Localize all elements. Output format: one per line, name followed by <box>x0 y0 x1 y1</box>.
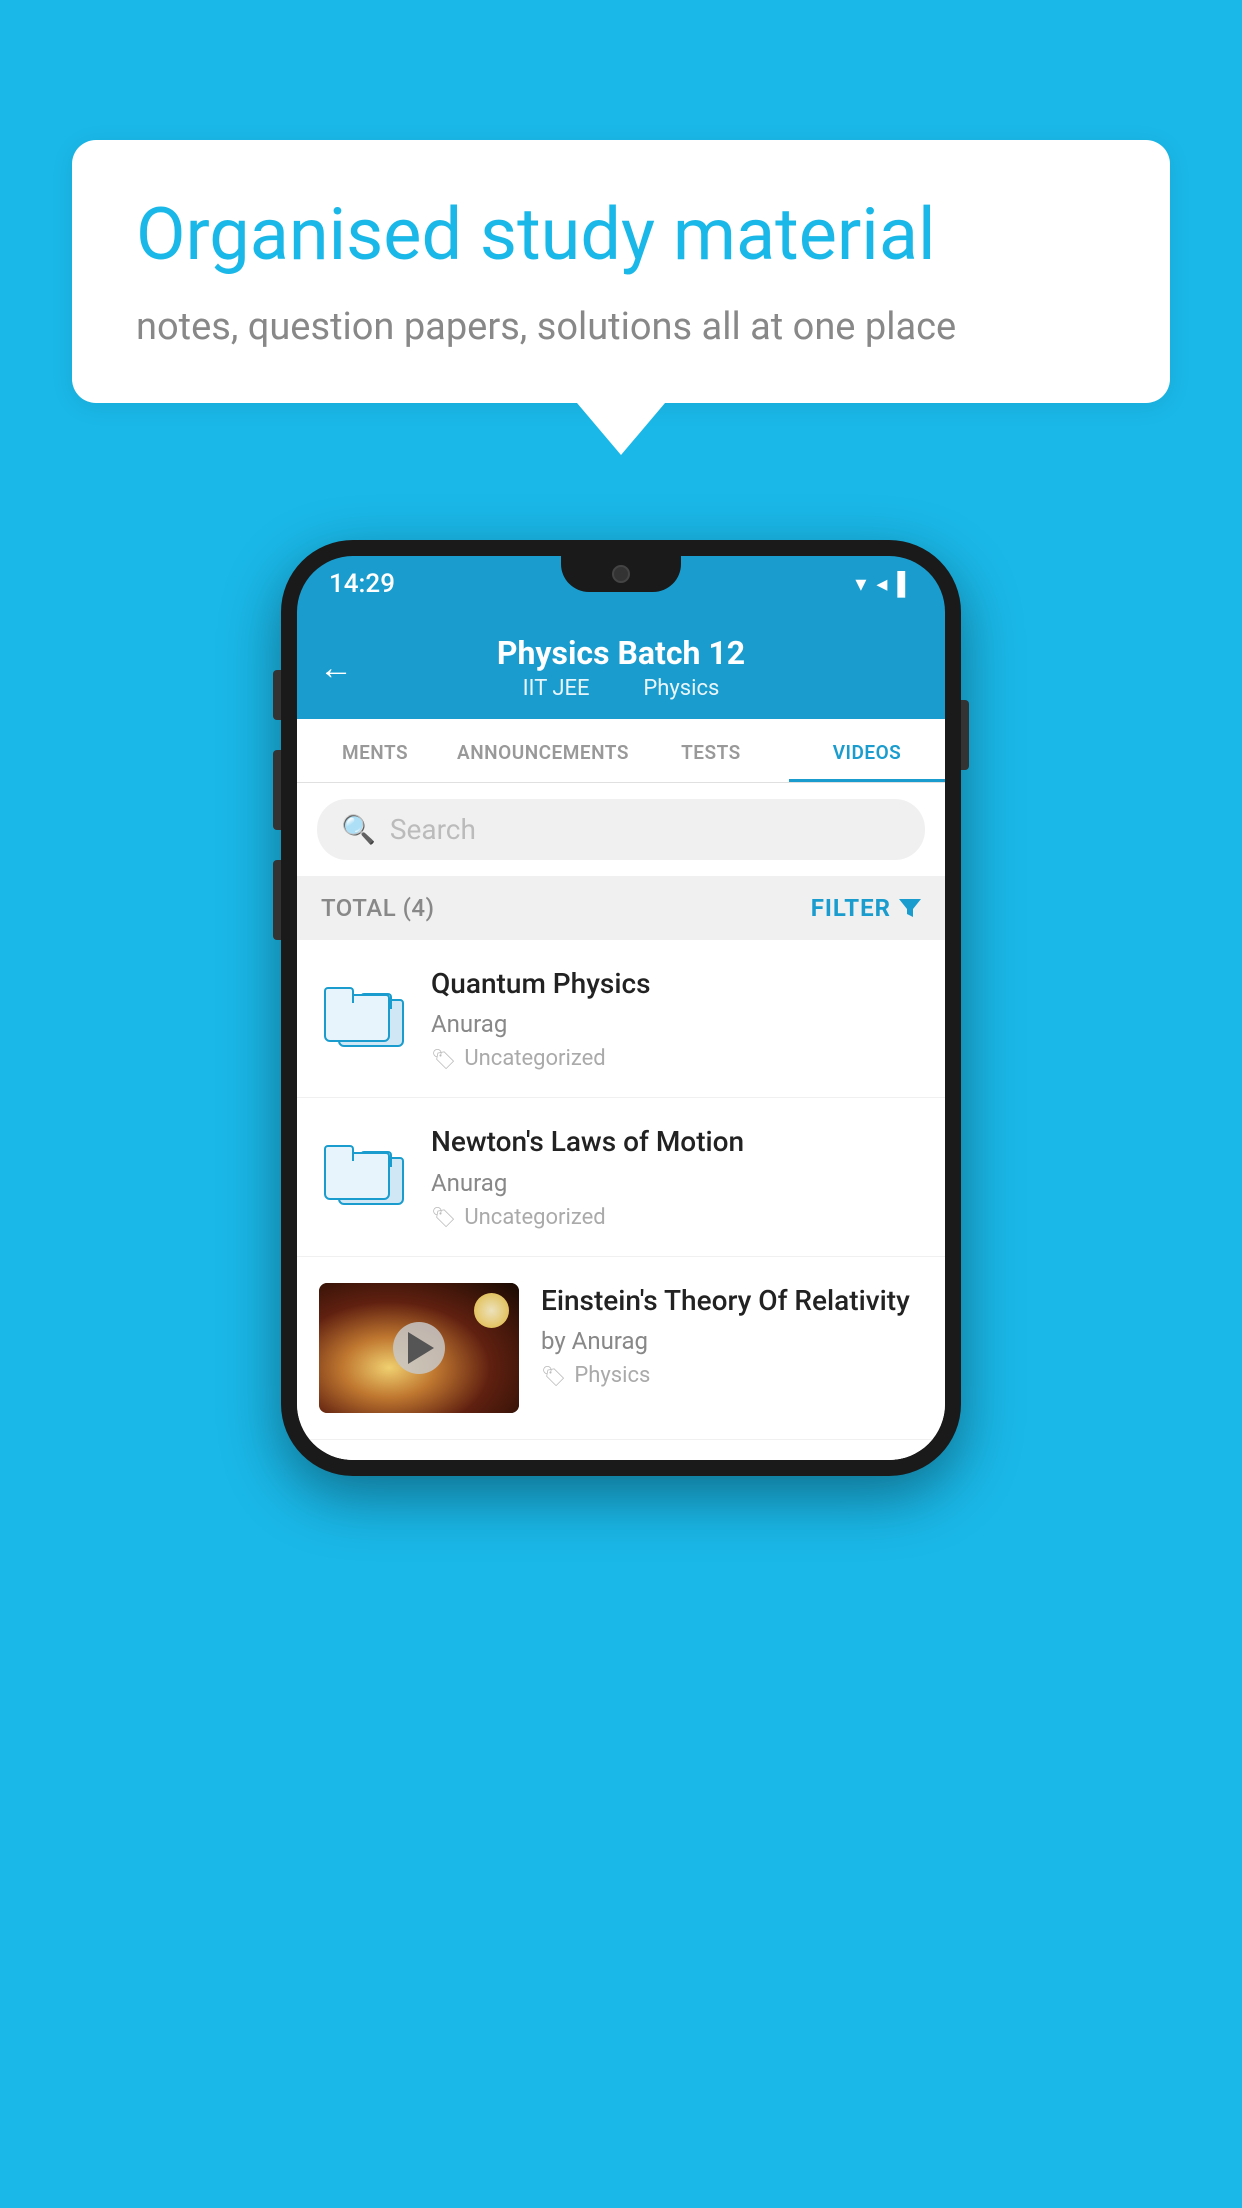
speech-bubble-arrow <box>577 403 665 455</box>
total-count: TOTAL (4) <box>321 894 434 922</box>
phone-notch <box>561 556 681 592</box>
video-folder-icon <box>319 966 409 1056</box>
tab-videos[interactable]: VIDEOS <box>789 719 945 782</box>
list-item[interactable]: Quantum Physics Anurag 🏷 Uncategorized <box>297 940 945 1098</box>
filter-label: FILTER <box>811 894 891 922</box>
filter-button[interactable]: FILTER <box>811 894 921 922</box>
einstein-info: Einstein's Theory Of Relativity by Anura… <box>541 1283 923 1388</box>
wifi-icon: ▾ <box>855 572 866 597</box>
video-folder-icon-2 <box>319 1124 409 1214</box>
phone-mute-button <box>273 670 281 720</box>
tag-label-einstein: Physics <box>574 1363 650 1388</box>
tag-label: Uncategorized <box>464 1046 605 1071</box>
video-title: Quantum Physics <box>431 966 923 1002</box>
battery-icon: ▌ <box>897 571 913 597</box>
speech-bubble-section: Organised study material notes, question… <box>72 140 1170 455</box>
video-tag: 🏷 Uncategorized <box>431 1046 923 1071</box>
speech-bubble-card: Organised study material notes, question… <box>72 140 1170 403</box>
list-item-einstein[interactable]: Einstein's Theory Of Relativity by Anura… <box>297 1257 945 1440</box>
tab-tests[interactable]: TESTS <box>633 719 789 782</box>
header-subtitle-part1: IIT JEE <box>523 676 590 701</box>
video-author: Anurag <box>431 1010 923 1038</box>
bottom-spacer <box>297 1440 945 1460</box>
signal-icon: ◂ <box>876 572 887 597</box>
search-icon: 🔍 <box>341 813 376 846</box>
list-item[interactable]: Newton's Laws of Motion Anurag 🏷 Uncateg… <box>297 1098 945 1256</box>
einstein-thumbnail <box>319 1283 519 1413</box>
back-button[interactable]: ← <box>319 648 353 688</box>
speech-bubble-title: Organised study material <box>136 194 1106 277</box>
folder-tab-front <box>324 987 354 1003</box>
search-bar[interactable]: 🔍 Search <box>317 799 925 860</box>
tag-icon: 🏷 <box>431 1047 456 1071</box>
tab-announcements[interactable]: ANNOUNCEMENTS <box>453 719 633 782</box>
video-list: Quantum Physics Anurag 🏷 Uncategorized <box>297 940 945 1460</box>
phone-volume-up-button <box>273 750 281 830</box>
phone-wrapper: 14:29 ▾ ◂ ▌ ← Physics Batch 12 IIT JEE P… <box>80 540 1162 1476</box>
filter-bar: TOTAL (4) FILTER <box>297 876 945 940</box>
video-title-2: Newton's Laws of Motion <box>431 1124 923 1160</box>
header-subtitle-part2: Physics <box>643 676 719 701</box>
phone-power-button <box>961 700 969 770</box>
header-subtitle: IIT JEE Physics <box>497 676 745 701</box>
app-header: ← Physics Batch 12 IIT JEE Physics <box>297 612 945 719</box>
status-time: 14:29 <box>329 569 395 599</box>
search-placeholder: Search <box>390 813 476 846</box>
status-icons: ▾ ◂ ▌ <box>855 571 913 597</box>
tab-ments[interactable]: MENTS <box>297 719 453 782</box>
phone-volume-down-button <box>273 860 281 940</box>
play-triangle <box>408 1332 434 1364</box>
front-camera <box>612 565 630 583</box>
search-bar-wrapper: 🔍 Search <box>297 783 945 876</box>
tag-icon-2: 🏷 <box>431 1205 456 1229</box>
tag-label-2: Uncategorized <box>464 1205 605 1230</box>
header-subtitle-sep <box>611 676 622 701</box>
video-info: Quantum Physics Anurag 🏷 Uncategorized <box>431 966 923 1071</box>
einstein-tag: 🏷 Physics <box>541 1363 923 1388</box>
einstein-title: Einstein's Theory Of Relativity <box>541 1283 923 1319</box>
phone-device: 14:29 ▾ ◂ ▌ ← Physics Batch 12 IIT JEE P… <box>281 540 961 1476</box>
einstein-author: by Anurag <box>541 1327 923 1355</box>
video-info-2: Newton's Laws of Motion Anurag 🏷 Uncateg… <box>431 1124 923 1229</box>
phone-screen: 🔍 Search TOTAL (4) FILTER <box>297 783 945 1460</box>
header-center: Physics Batch 12 IIT JEE Physics <box>497 634 745 701</box>
status-bar: 14:29 ▾ ◂ ▌ <box>297 556 945 612</box>
speech-bubble-subtitle: notes, question papers, solutions all at… <box>136 305 1106 349</box>
filter-icon <box>899 899 921 917</box>
tag-icon-einstein: 🏷 <box>541 1364 566 1388</box>
folder-icon-group <box>324 975 404 1047</box>
header-title: Physics Batch 12 <box>497 634 745 672</box>
video-tag-2: 🏷 Uncategorized <box>431 1205 923 1230</box>
tabs-bar: MENTS ANNOUNCEMENTS TESTS VIDEOS <box>297 719 945 783</box>
video-author-2: Anurag <box>431 1169 923 1197</box>
play-button[interactable] <box>393 1322 445 1374</box>
folder-tab-front-2 <box>324 1145 354 1161</box>
folder-icon-group-2 <box>324 1133 404 1205</box>
